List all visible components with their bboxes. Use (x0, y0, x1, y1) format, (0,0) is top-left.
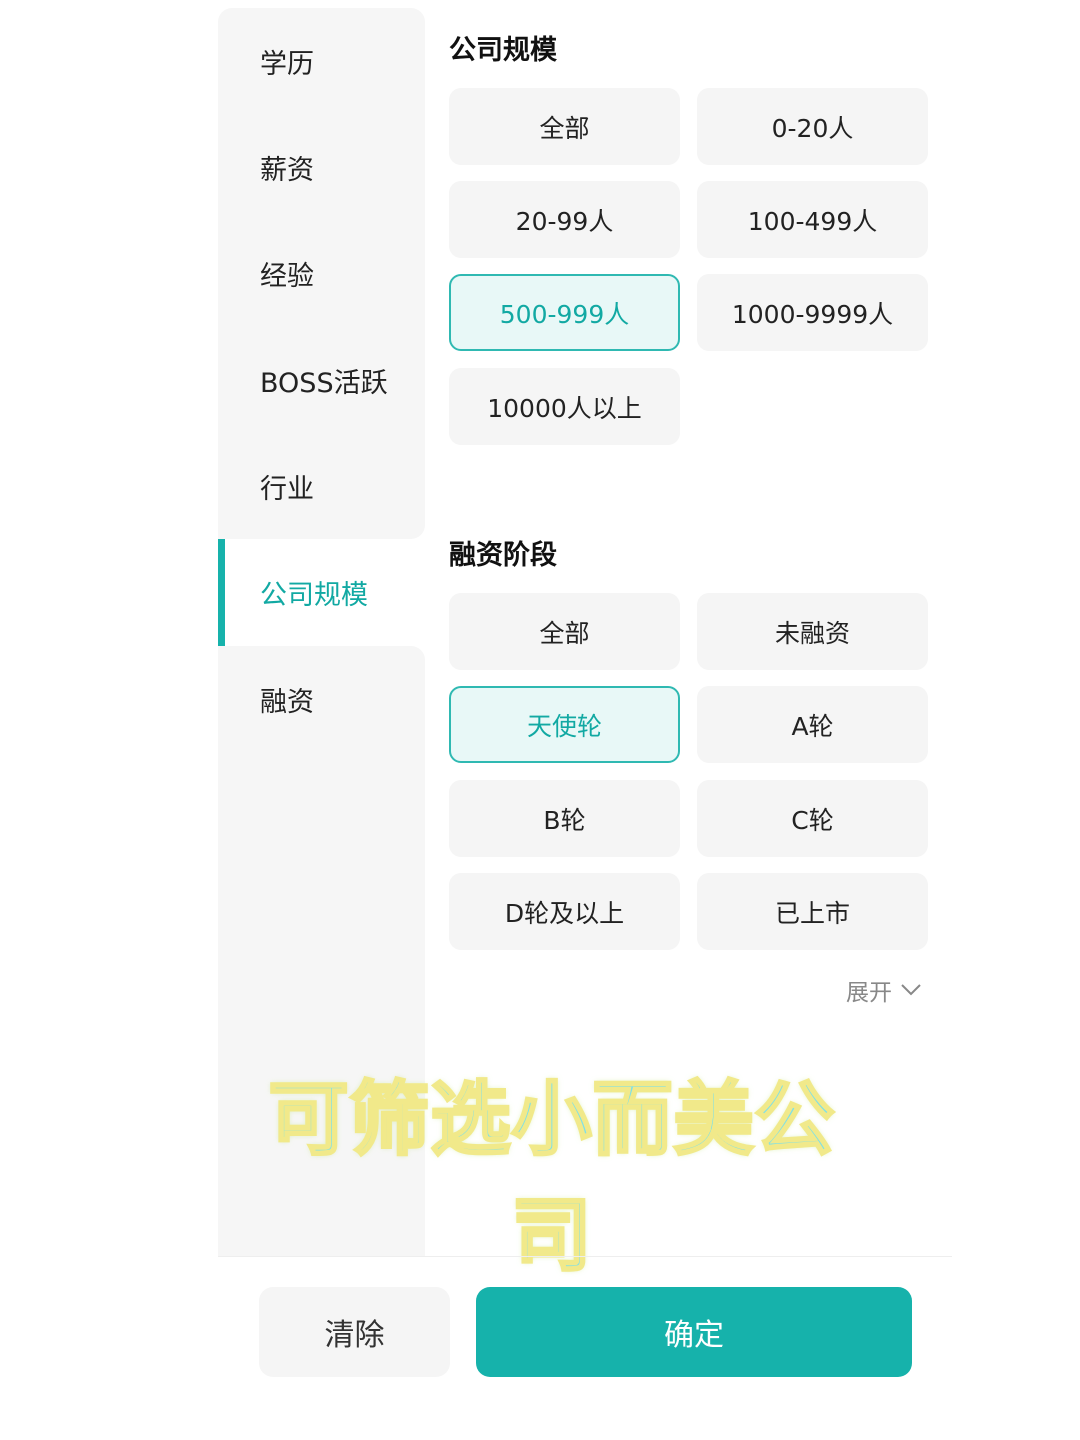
option-size-500-999[interactable]: 500-999人 (449, 274, 680, 351)
option-size-100-499[interactable]: 100-499人 (697, 181, 928, 258)
option-funding-listed[interactable]: 已上市 (697, 873, 928, 950)
option-funding-series-d-plus[interactable]: D轮及以上 (449, 873, 680, 950)
expand-button[interactable]: 展开 (846, 972, 922, 1008)
option-size-10000-plus[interactable]: 10000人以上 (449, 368, 680, 445)
footer-divider (218, 1256, 952, 1257)
option-funding-series-a[interactable]: A轮 (697, 686, 928, 763)
sidebar-item-salary[interactable]: 薪资 (218, 114, 425, 220)
sidebar-item-experience[interactable]: 经验 (218, 220, 425, 326)
sidebar-item-industry[interactable]: 行业 (218, 433, 425, 539)
section-title-company-size: 公司规模 (449, 35, 557, 66)
option-funding-angel[interactable]: 天使轮 (449, 686, 680, 763)
sidebar-item-education[interactable]: 学历 (218, 8, 425, 114)
option-size-0-20[interactable]: 0-20人 (697, 88, 928, 165)
section-title-funding: 融资阶段 (449, 540, 557, 571)
sidebar-item-boss-active[interactable]: BOSS活跃 (218, 327, 425, 433)
option-size-20-99[interactable]: 20-99人 (449, 181, 680, 258)
option-funding-none[interactable]: 未融资 (697, 593, 928, 670)
expand-label: 展开 (846, 980, 892, 1006)
sidebar-item-funding[interactable]: 融资 (218, 646, 425, 752)
option-size-1000-9999[interactable]: 1000-9999人 (697, 274, 928, 351)
option-size-all[interactable]: 全部 (449, 88, 680, 165)
sidebar-item-company-size[interactable]: 公司规模 (218, 539, 425, 645)
option-funding-series-c[interactable]: C轮 (697, 780, 928, 857)
clear-button[interactable]: 清除 (259, 1287, 450, 1377)
chevron-down-icon (900, 983, 922, 997)
overlay-caption: 可筛选小而美公司 (267, 1072, 836, 1284)
option-funding-series-b[interactable]: B轮 (449, 780, 680, 857)
option-funding-all[interactable]: 全部 (449, 593, 680, 670)
confirm-button[interactable]: 确定 (476, 1287, 912, 1377)
